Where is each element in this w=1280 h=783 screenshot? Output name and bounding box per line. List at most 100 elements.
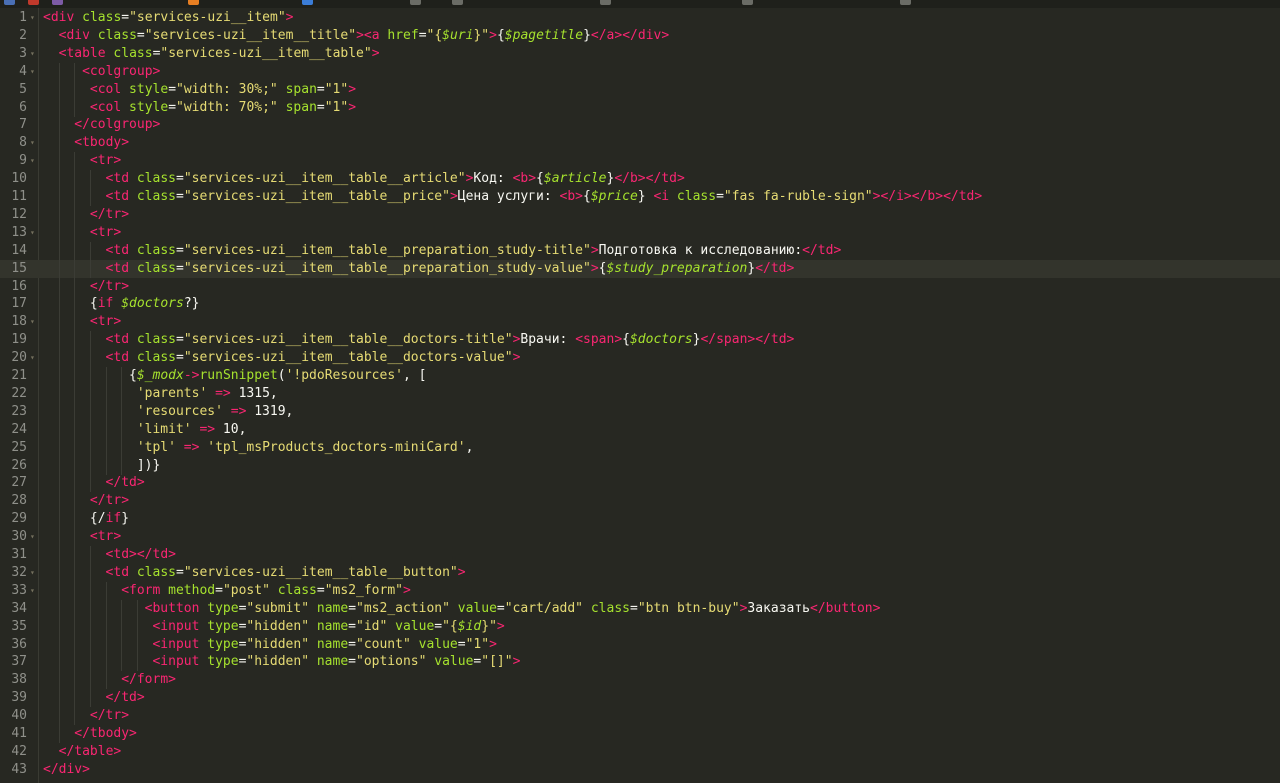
code-line[interactable]: 41 </tbody> xyxy=(0,725,1280,743)
code-token: </td> xyxy=(755,260,795,276)
code-line[interactable]: 42 </table> xyxy=(0,743,1280,761)
code-token: value xyxy=(449,600,497,616)
code-line[interactable]: 35 <input type="hidden" name="id" value="… xyxy=(0,617,1280,636)
code-token: </tr> xyxy=(89,278,130,294)
code-line[interactable]: 22 'parents' => 1315, xyxy=(0,384,1280,403)
tab-icon[interactable] xyxy=(188,0,199,5)
code-text: <input type="hidden" name="options" valu… xyxy=(152,653,520,671)
code-line[interactable]: 26])} xyxy=(0,456,1280,475)
code-line[interactable]: 37 <input type="hidden" name="options" va… xyxy=(0,653,1280,672)
fold-arrow-icon[interactable]: ▾ xyxy=(30,349,35,367)
indent-guide xyxy=(89,456,91,475)
code-text: </tr> xyxy=(90,206,129,224)
tab-icon[interactable] xyxy=(900,0,911,5)
code-line[interactable]: 29 {/if} xyxy=(0,510,1280,529)
code-line[interactable]: 24 'limit' => 10, xyxy=(0,420,1280,439)
fold-arrow-icon[interactable]: ▾ xyxy=(30,63,35,81)
code-line[interactable]: 13 ▾ <tr> xyxy=(0,223,1280,242)
code-line[interactable]: 7 </colgroup> xyxy=(0,116,1280,135)
code-line[interactable]: 32 ▾ <td class="services-uzi__item__table_… xyxy=(0,563,1280,582)
code-token: <td xyxy=(105,260,130,276)
code-token: style xyxy=(121,99,169,115)
code-line[interactable]: 19 <td class="services-uzi__item__table__… xyxy=(0,331,1280,350)
tab-icon[interactable] xyxy=(742,0,753,5)
tab-icon[interactable] xyxy=(600,0,611,5)
code-text: </tr> xyxy=(90,492,129,510)
code-line[interactable]: 27 </td> xyxy=(0,474,1280,493)
fold-arrow-icon[interactable]: ▾ xyxy=(30,9,35,27)
code-token: { xyxy=(536,171,544,187)
code-token: $price xyxy=(590,189,638,204)
indent-guide xyxy=(89,617,91,636)
indent-guide xyxy=(121,438,123,457)
code-line[interactable]: 4 ▾ <colgroup> xyxy=(0,62,1280,81)
line-number: 2 xyxy=(19,27,27,43)
line-number: 33 xyxy=(11,582,27,598)
code-token: ( xyxy=(277,368,286,383)
code-line[interactable]: 18 ▾ <tr> xyxy=(0,313,1280,332)
tab-icon[interactable] xyxy=(52,0,63,5)
tab-icon[interactable] xyxy=(410,0,421,5)
code-line[interactable]: 15 <td class="services-uzi__item__table__… xyxy=(0,259,1280,278)
code-token: = xyxy=(176,242,184,258)
code-token: = xyxy=(434,618,443,634)
indent-guide xyxy=(58,474,60,493)
code-text: <input type="hidden" name="count" value=… xyxy=(152,636,496,654)
code-token: = xyxy=(316,81,325,97)
code-line[interactable]: 25 'tpl' => 'tpl_msProducts_doctors-miniC… xyxy=(0,438,1280,457)
code-token: "services-uzi__item__table__article" xyxy=(183,171,466,187)
tab-icon[interactable] xyxy=(4,0,15,5)
line-number: 19 xyxy=(11,332,27,348)
code-line[interactable]: 23 'resources' => 1319, xyxy=(0,402,1280,421)
code-line[interactable]: 43 </div> xyxy=(0,761,1280,779)
code-line[interactable]: 39 </td> xyxy=(0,689,1280,708)
code-token: > xyxy=(403,582,411,598)
line-number: 39 xyxy=(11,690,27,706)
fold-arrow-icon[interactable]: ▾ xyxy=(30,152,35,170)
code-line[interactable]: 31 <td></td> xyxy=(0,546,1280,564)
code-line[interactable]: 17 {if $doctors?} xyxy=(0,295,1280,314)
indent-guide xyxy=(74,80,76,99)
fold-arrow-icon[interactable]: ▾ xyxy=(30,224,35,242)
code-editor[interactable]: 1 ▾ <div class="services-uzi__item"> 2 <div … xyxy=(0,8,1280,783)
fold-arrow-icon[interactable]: ▾ xyxy=(30,45,35,63)
fold-arrow-icon[interactable]: ▾ xyxy=(30,564,35,582)
fold-arrow-icon[interactable]: ▾ xyxy=(30,582,35,600)
code-line[interactable]: 9 ▾ <tr> xyxy=(0,152,1280,171)
code-line[interactable]: 10 <td class="services-uzi__item__table__… xyxy=(0,170,1280,189)
code-token: <div xyxy=(43,10,75,25)
indent-guide xyxy=(136,653,138,672)
code-line[interactable]: 14 <td class="services-uzi__item__table__… xyxy=(0,241,1280,260)
code-line[interactable]: 3 ▾ <table class="services-uzi__item__tabl… xyxy=(0,45,1280,63)
code-token: <col xyxy=(89,99,122,115)
fold-arrow-icon[interactable]: ▾ xyxy=(30,134,35,152)
code-line[interactable]: 8 ▾ <tbody> xyxy=(0,134,1280,153)
code-line[interactable]: 5 <col style="width: 30%;" span="1"> xyxy=(0,80,1280,99)
indent-guide xyxy=(89,420,91,439)
tab-icon[interactable] xyxy=(28,0,39,5)
code-line[interactable]: 6 <col style="width: 70%;" span="1"> xyxy=(0,98,1280,117)
code-line[interactable]: 16 </tr> xyxy=(0,277,1280,296)
fold-arrow-icon[interactable]: ▾ xyxy=(30,313,35,331)
code-line[interactable]: 12 </tr> xyxy=(0,205,1280,224)
code-line[interactable]: 33 ▾ <form method="post" class="ms2_form"> xyxy=(0,581,1280,600)
code-line[interactable]: 1 ▾ <div class="services-uzi__item"> xyxy=(0,9,1280,27)
code-line[interactable]: 36 <input type="hidden" name="count" valu… xyxy=(0,635,1280,654)
code-line[interactable]: 20 ▾ <td class="services-uzi__item__table_… xyxy=(0,349,1280,368)
code-token: = xyxy=(457,636,466,652)
code-line[interactable]: 38 </form> xyxy=(0,671,1280,690)
code-line[interactable]: 11 <td class="services-uzi__item__table__… xyxy=(0,188,1280,206)
code-token: "services-uzi__item__table" xyxy=(160,45,372,61)
code-line[interactable]: 30 ▾ <tr> xyxy=(0,528,1280,547)
tab-icon[interactable] xyxy=(302,0,313,5)
code-line[interactable]: 2 <div class="services-uzi__item__title">… xyxy=(0,27,1280,45)
code-line[interactable]: 21 {$_modx->runSnippet('!pdoResources', [ xyxy=(0,367,1280,385)
code-token: 'resources' xyxy=(136,403,223,419)
code-token: = xyxy=(348,636,356,652)
code-line[interactable]: 28 </tr> xyxy=(0,492,1280,511)
fold-arrow-icon[interactable]: ▾ xyxy=(30,528,35,546)
code-line[interactable]: 40 </tr> xyxy=(0,707,1280,726)
tab-icon[interactable] xyxy=(452,0,463,5)
code-text: <tr> xyxy=(90,224,121,242)
code-line[interactable]: 34 <button type="submit" name="ms2_action… xyxy=(0,599,1280,618)
